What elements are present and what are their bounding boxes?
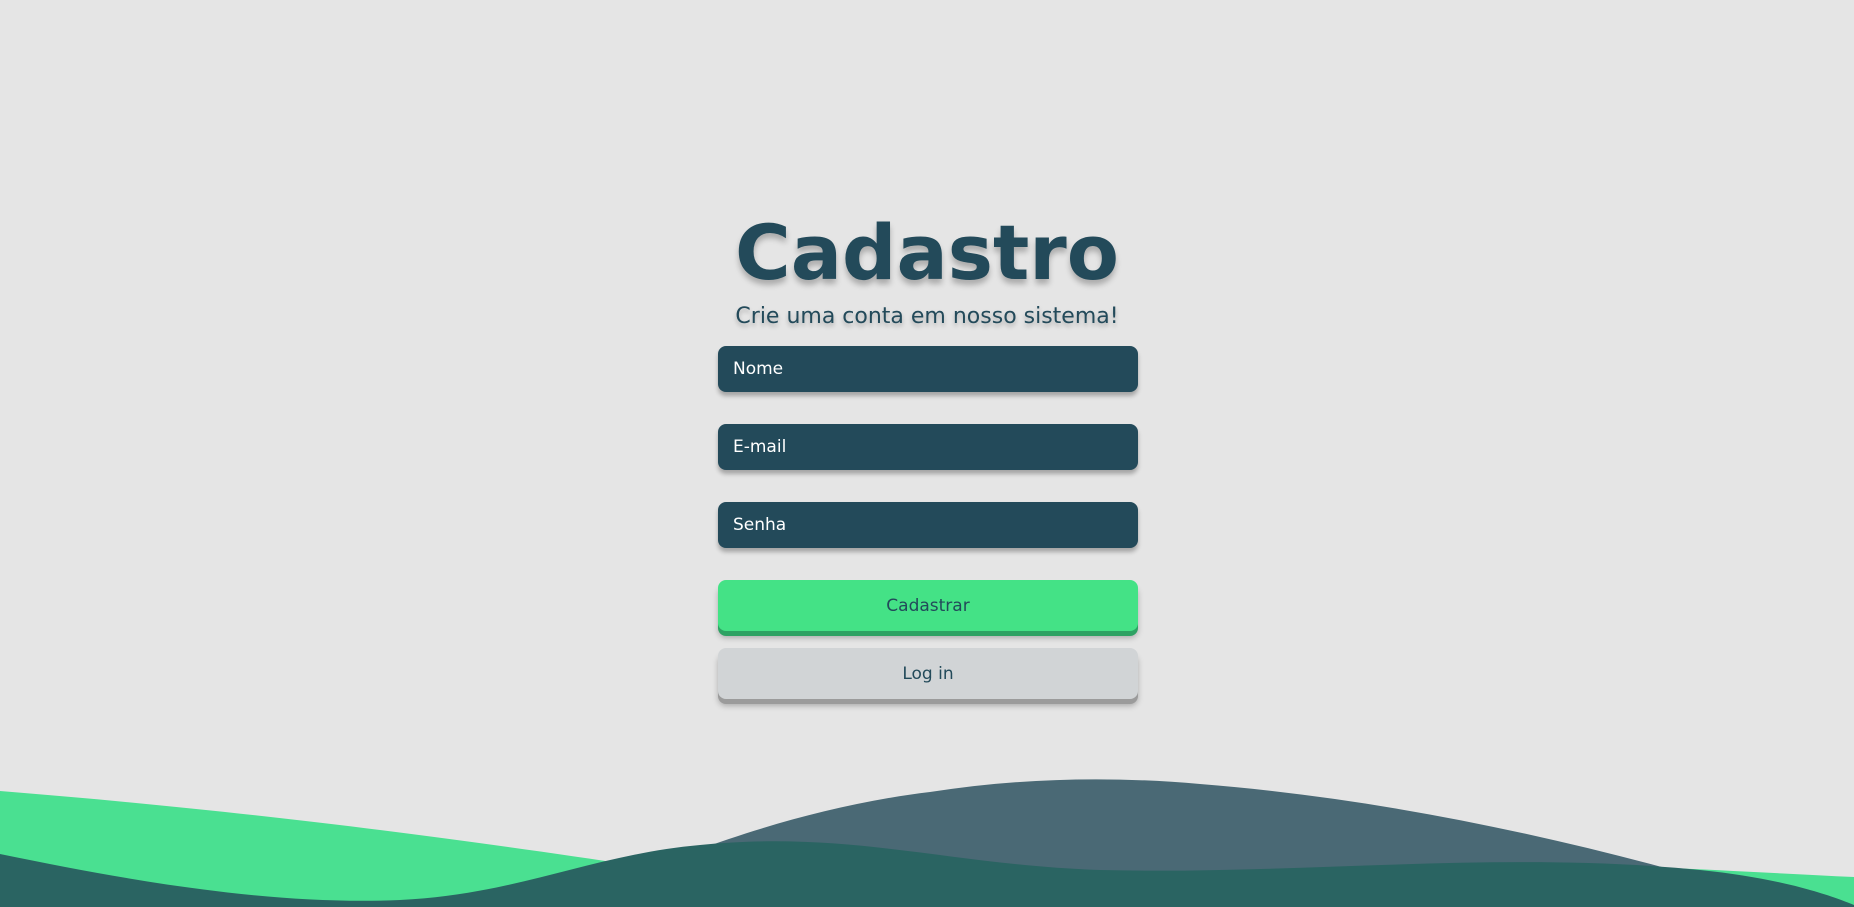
page-title: Cadastro bbox=[734, 208, 1119, 297]
password-input[interactable] bbox=[718, 502, 1138, 548]
decorative-waves bbox=[0, 779, 1854, 907]
register-button[interactable]: Cadastrar bbox=[718, 580, 1138, 631]
signup-page: Cadastro Crie uma conta em nosso sistema… bbox=[0, 0, 1854, 907]
page-subtitle: Crie uma conta em nosso sistema! bbox=[735, 304, 1119, 329]
email-input[interactable] bbox=[718, 424, 1138, 470]
login-button[interactable]: Log in bbox=[718, 648, 1138, 699]
name-input[interactable] bbox=[718, 346, 1138, 392]
